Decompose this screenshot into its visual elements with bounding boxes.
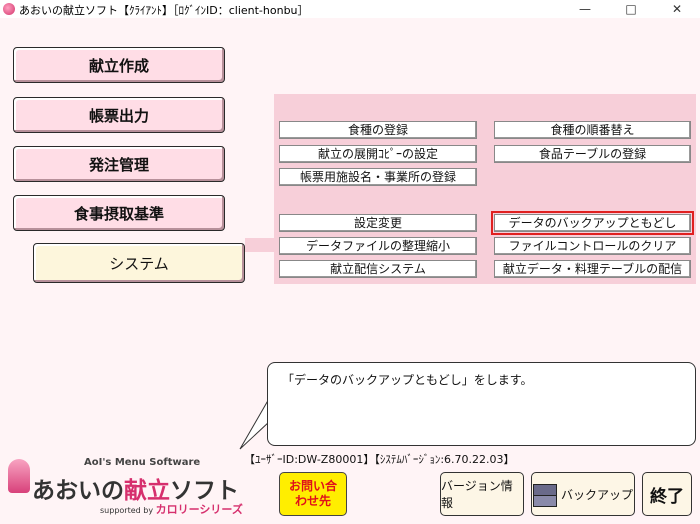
menu-button-dietary-standards[interactable]: 食事摂取基準	[13, 195, 225, 231]
title-bar: あおいの献立ソフト【ｸﾗｲｱﾝﾄ】［ﾛｸﾞｲﾝID：client-honbu］ …	[0, 0, 700, 18]
backup-button[interactable]: バックアップ	[531, 472, 635, 516]
minimize-button[interactable]: —	[562, 0, 608, 18]
logo-supported: supported by カロリーシリーズ	[100, 503, 243, 516]
message-text: 「データのバックアップともどし」をします。	[282, 373, 533, 387]
heart-icon	[8, 459, 30, 493]
menu-button-menu-creation[interactable]: 献立作成	[13, 47, 225, 83]
file-control-clear-button[interactable]: ファイルコントロールのクリア	[494, 237, 691, 255]
data-backup-restore-button[interactable]: データのバックアップともどし	[491, 211, 694, 235]
window-title: あおいの献立ソフト【ｸﾗｲｱﾝﾄ】［ﾛｸﾞｲﾝID：client-honbu］	[19, 4, 309, 17]
contact-button[interactable]: お問い合 わせ先	[279, 472, 347, 516]
menu-button-report-output[interactable]: 帳票出力	[13, 97, 225, 133]
message-bubble: 「データのバックアップともどし」をします。	[267, 362, 696, 446]
data-file-compact-button[interactable]: データファイルの整理縮小	[279, 237, 477, 255]
exit-button[interactable]: 終了	[642, 472, 692, 516]
meal-type-reorder-button[interactable]: 食種の順番替え	[494, 121, 691, 139]
maximize-button[interactable]: □	[608, 0, 654, 18]
menu-button-order-management[interactable]: 発注管理	[13, 146, 225, 182]
status-info: 【ﾕｰｻﾞｰID:DW-Z80001】【ｼｽﾃﾑﾊﾞｰｼﾞｮﾝ:6.70.22.…	[244, 451, 515, 467]
menu-button-system[interactable]: システム	[33, 243, 245, 283]
app-icon	[3, 3, 15, 15]
version-label: 【ｼｽﾃﾑﾊﾞｰｼﾞｮﾝ:6.70.22.03】	[374, 453, 515, 466]
panel-connector	[245, 238, 275, 252]
food-table-register-button[interactable]: 食品テーブルの登録	[494, 145, 691, 163]
app-logo: AoI's Menu Software あおいの献立ソフト supported …	[6, 447, 244, 517]
logo-name: あおいの献立ソフト	[32, 478, 239, 504]
backup-disk-icon	[532, 482, 557, 507]
close-button[interactable]: ✕	[654, 0, 700, 18]
logo-tagline: AoI's Menu Software	[84, 457, 201, 468]
menu-delivery-system-button[interactable]: 献立配信システム	[279, 260, 477, 278]
user-id-label: 【ﾕｰｻﾞｰID:DW-Z80001】	[244, 453, 375, 466]
menu-copy-settings-button[interactable]: 献立の展開ｺﾋﾟｰの設定	[279, 145, 477, 163]
facility-register-button[interactable]: 帳票用施設名・事業所の登録	[279, 168, 477, 186]
settings-change-button[interactable]: 設定変更	[279, 214, 477, 232]
menu-data-delivery-button[interactable]: 献立データ・料理テーブルの配信	[494, 260, 691, 278]
meal-type-register-button[interactable]: 食種の登録	[279, 121, 477, 139]
version-info-button[interactable]: バージョン情報	[440, 472, 524, 516]
